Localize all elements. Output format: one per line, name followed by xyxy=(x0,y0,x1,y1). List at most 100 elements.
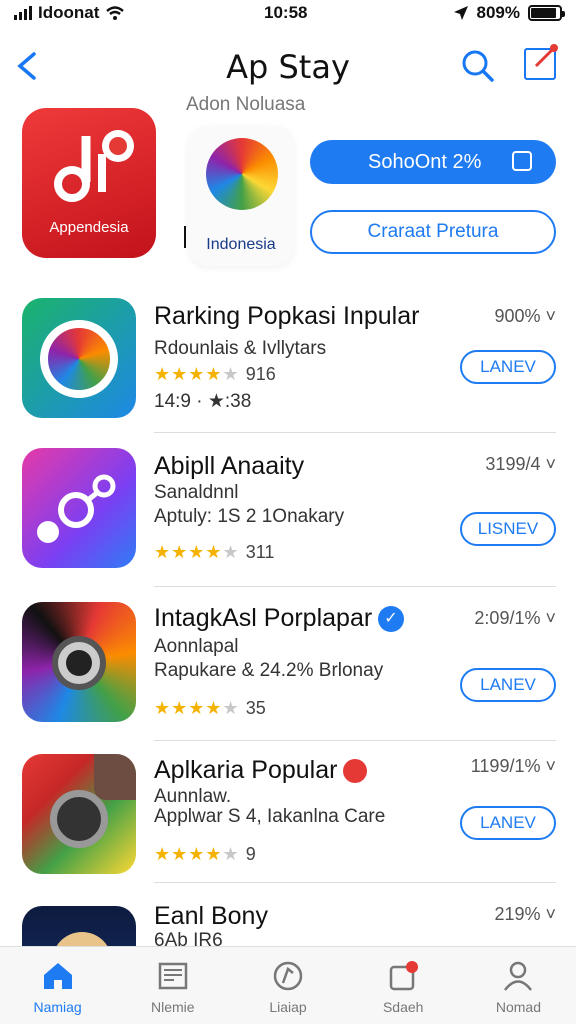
app-subtitle: Rdounlais & Ivllytars xyxy=(154,338,327,359)
app-subtitle: Aunnlaw. xyxy=(154,786,232,807)
app-meta: 3199/4 ˅ xyxy=(485,454,556,474)
row-divider xyxy=(154,882,556,883)
get-button[interactable]: LANEV xyxy=(460,350,556,384)
tab-label: Namiag xyxy=(33,999,82,1015)
primary-action-label: SohoOnt 2% xyxy=(368,150,482,173)
list-item[interactable]: Rarking Popkasi Inpular Rdounlais & Ivll… xyxy=(0,292,576,438)
row-divider xyxy=(154,740,556,741)
app-meta: 2:09/1% ˅ xyxy=(474,608,556,628)
divider xyxy=(184,226,186,248)
nav-bar: Ap Stay xyxy=(0,36,576,96)
app-title: Abipll Anaaity xyxy=(154,452,305,480)
signal-icon xyxy=(14,6,32,20)
featured-app-appendesia[interactable]: Appendesia xyxy=(22,108,156,258)
badge-icon xyxy=(343,759,368,784)
carrier-label: Idoonat xyxy=(38,3,100,22)
app-meta-value: 2:09/1% xyxy=(474,608,541,628)
search-icon xyxy=(462,50,494,82)
status-bar: Idoonat 10:58 809% xyxy=(0,0,576,26)
app-detail: Applwar S 4, Iakanlna Care xyxy=(154,806,386,827)
app-title: Rarking Popkasi Inpular xyxy=(154,302,420,330)
location-arrow-icon xyxy=(453,6,468,20)
link-icon xyxy=(37,474,116,543)
app-detail: 14:9 · ★:38 xyxy=(154,391,252,412)
status-left: Idoonat xyxy=(14,3,125,23)
app-meta-value: 219% xyxy=(494,904,541,924)
tab-home[interactable]: Namiag xyxy=(0,947,115,1024)
verified-icon xyxy=(378,606,405,633)
get-button[interactable]: LANEV xyxy=(460,806,556,840)
music-note-icon xyxy=(54,130,134,202)
list-item[interactable]: Eanl Bony 6Ab IR6 219% ˅ xyxy=(0,900,576,946)
share-icon xyxy=(512,151,532,171)
tab-label: Nlemie xyxy=(151,999,195,1015)
star-rating-icon: ★★★★★ xyxy=(154,698,240,718)
app-rating: ★★★★★ 311 xyxy=(154,542,274,563)
primary-action-button[interactable]: SohoOnt 2% xyxy=(310,140,556,184)
tab-label: Sdaeh xyxy=(382,999,424,1015)
profile-icon xyxy=(504,961,533,991)
tab-news[interactable]: Nlemie xyxy=(115,947,230,1024)
app-meta-value: 900% xyxy=(494,306,541,326)
featured-app-label-2: Indonesia xyxy=(206,236,276,253)
app-title: Aplkaria Popular xyxy=(154,756,368,785)
link-app-icon xyxy=(22,448,136,568)
featured-app-indonesia[interactable]: Indonesia xyxy=(188,126,294,266)
tab-label: Nomad xyxy=(495,999,541,1015)
tab-label: Liaiap xyxy=(269,999,307,1015)
app-detail: Rapukare & 24.2% Brlonay xyxy=(154,660,384,681)
tab-explore[interactable]: Liaiap xyxy=(230,947,345,1024)
rating-count: 35 xyxy=(245,698,266,718)
app-rating: ★★★★★ 35 xyxy=(154,698,266,719)
app-rating: ★★★★★ 9 xyxy=(154,844,256,865)
secondary-action-label: Craraat Pretura xyxy=(367,221,499,242)
battery-percent: 809% xyxy=(476,3,520,22)
search-button[interactable] xyxy=(458,46,498,86)
rating-count: 9 xyxy=(245,844,256,864)
app-title: Eanl Bony xyxy=(154,902,268,930)
app-subtitle: Aonnlapal xyxy=(154,636,239,657)
get-button[interactable]: LANEV xyxy=(460,668,556,702)
secondary-action-button[interactable]: Craraat Pretura xyxy=(310,210,556,254)
row-divider xyxy=(154,586,556,587)
featured-app-label: Appendesia xyxy=(49,219,129,236)
app-subtitle: 6Ab IR6 xyxy=(154,930,223,946)
wifi-icon xyxy=(106,6,125,20)
app-title-text: Aplkaria Popular xyxy=(154,756,338,784)
app-meta-value: 3199/4 xyxy=(485,454,541,474)
camera-ring-app-icon xyxy=(22,298,136,418)
app-title: IntagkAsl Porplapar xyxy=(154,604,405,633)
app-meta: 1199/1% ˅ xyxy=(470,756,556,776)
camera-app-icon xyxy=(22,602,136,722)
tab-profile[interactable]: Nomad xyxy=(461,947,576,1024)
star-rating-icon: ★★★★★ xyxy=(154,364,240,384)
star-rating-icon: ★★★★★ xyxy=(154,844,240,864)
book-app-icon xyxy=(22,906,136,946)
app-title-text: IntagkAsl Porplapar xyxy=(154,604,373,632)
updates-icon xyxy=(389,961,419,991)
photo-app-icon xyxy=(22,754,136,874)
rating-count: 311 xyxy=(245,542,275,562)
list-item[interactable]: Abipll Anaaity Sanaldnnl Aptuly: 1S 2 1O… xyxy=(0,442,576,588)
app-detail: Aptuly: 1S 2 1Onakary xyxy=(154,506,345,527)
app-meta: 219% ˅ xyxy=(494,904,556,924)
status-right: 809% xyxy=(453,3,565,23)
list-item[interactable]: Aplkaria Popular Aunnlaw. Applwar S 4, I… xyxy=(0,748,576,894)
tab-search[interactable]: Sdaeh xyxy=(346,947,461,1024)
hero-section: Appendesia Indonesia SohoOnt 2% Craraat … xyxy=(0,108,576,268)
star-rating-icon: ★★★★★ xyxy=(154,542,240,562)
get-button[interactable]: LISNEV xyxy=(460,512,556,546)
app-meta-value: 1199/1% xyxy=(470,756,541,776)
pencil-icon xyxy=(534,44,558,68)
home-icon xyxy=(43,963,72,989)
clock: 10:58 xyxy=(264,3,308,22)
list-item[interactable]: IntagkAsl Porplapar Aonnlapal Rapukare &… xyxy=(0,596,576,742)
boat-logo-icon xyxy=(206,138,278,210)
app-subtitle: Sanaldnnl xyxy=(154,482,239,503)
app-rating: ★★★★★ 916 xyxy=(154,364,276,385)
row-divider xyxy=(154,432,556,433)
news-icon xyxy=(158,962,188,990)
app-meta: 900% ˅ xyxy=(494,306,556,326)
rating-count: 916 xyxy=(245,364,276,384)
battery-icon xyxy=(528,5,565,21)
